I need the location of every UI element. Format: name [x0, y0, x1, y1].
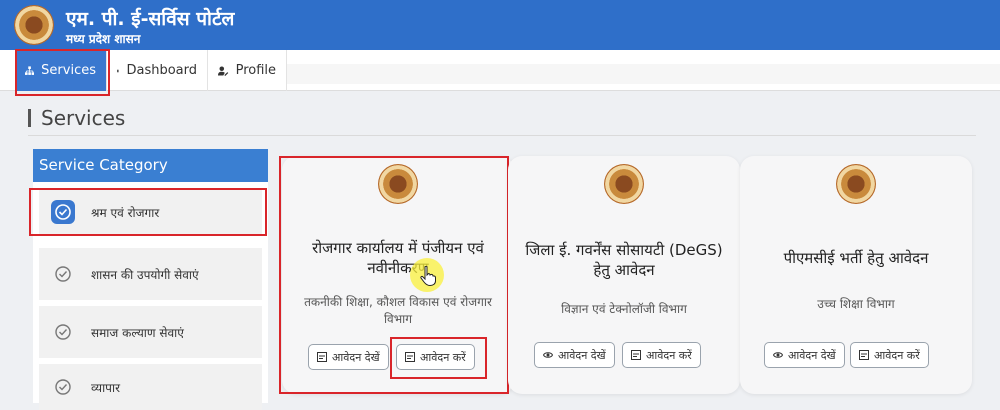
category-label: व्यापार: [91, 380, 121, 395]
view-application-button[interactable]: आवेदन देखें: [308, 344, 389, 370]
check-circle-icon: [51, 262, 75, 286]
category-item-business[interactable]: व्यापार: [39, 364, 262, 410]
title-bar-mark: [28, 109, 31, 127]
check-circle-icon: [51, 200, 75, 224]
sitemap-icon: [25, 65, 35, 75]
service-card-department: विज्ञान एवं टेक्नोलॉजी विभाग: [561, 302, 687, 316]
top-navbar: Services Dashboard Profile: [0, 50, 1000, 91]
portal-header: एम. पी. ई-सर्विस पोर्टल मध्य प्रदेश शासन: [0, 0, 1000, 50]
eye-icon: [773, 352, 783, 358]
service-card-degs: जिला ई. गवर्नेंस सोसायटी (DeGS) हेतु आवे…: [508, 156, 740, 394]
sidebar-heading: Service Category: [33, 149, 268, 182]
view-application-label: आवेदन देखें: [558, 348, 606, 362]
service-category-sidebar: Service Category श्रम एवं रोजगार शासन की…: [33, 149, 268, 410]
dashboard-grid-icon: [117, 69, 120, 72]
check-circle-icon: [51, 320, 75, 344]
service-card-title: जिला ई. गवर्नेंस सोसायटी (DeGS) हेतु आवे…: [525, 241, 723, 279]
mp-emblem-logo: [14, 5, 54, 45]
service-card-title: रोजगार कार्यालय में पंजीयन एवं नवीनीकरण: [312, 239, 484, 277]
view-application-button[interactable]: आवेदन देखें: [534, 342, 615, 368]
nav-services-label: Services: [41, 63, 96, 78]
apply-label: आवेदन करें: [420, 350, 466, 364]
service-card-title: पीएमसीई भर्ती हेतु आवेदन: [783, 249, 929, 267]
mp-emblem-logo: [378, 164, 418, 204]
portal-subtitle: मध्य प्रदेश शासन: [66, 32, 141, 46]
view-application-label: आवेदन देखें: [332, 350, 380, 364]
apply-button[interactable]: आवेदन करें: [622, 342, 701, 368]
view-application-label: आवेदन देखें: [788, 348, 836, 362]
nav-dashboard-tab[interactable]: Dashboard: [107, 50, 208, 91]
apply-button[interactable]: आवेदन करें: [850, 342, 929, 368]
navbar-filler: [287, 64, 1000, 84]
service-card-department: उच्च शिक्षा विभाग: [817, 297, 895, 311]
mouse-cursor-highlight: [410, 258, 444, 292]
nav-profile-label: Profile: [235, 63, 276, 78]
service-card-employment-registration: रोजगार कार्यालय में पंजीयन एवं नवीनीकरण …: [282, 156, 514, 394]
form-icon: [859, 350, 869, 360]
service-card-department: तकनीकी शिक्षा, कौशल विकास एवं रोजगार विभ…: [304, 295, 492, 326]
nav-profile-tab[interactable]: Profile: [208, 50, 287, 91]
view-application-button[interactable]: आवेदन देखें: [764, 342, 845, 368]
form-icon: [317, 352, 327, 362]
portal-title: एम. पी. ई-सर्विस पोर्टल: [66, 8, 235, 30]
page-title-text: Services: [41, 106, 126, 130]
apply-label: आवेदन करें: [874, 348, 920, 362]
service-card-pmce-recruitment: पीएमसीई भर्ती हेतु आवेदन उच्च शिक्षा विभ…: [740, 156, 972, 394]
eye-icon: [543, 352, 553, 358]
category-item-social-welfare[interactable]: समाज कल्याण सेवाएं: [39, 306, 262, 358]
nav-services-tab[interactable]: Services: [15, 50, 107, 91]
page-title: Services: [28, 106, 125, 130]
apply-button[interactable]: आवेदन करें: [396, 344, 475, 370]
mp-emblem-logo: [836, 164, 876, 204]
category-item-govt-services[interactable]: शासन की उपयोगी सेवाएं: [39, 248, 262, 300]
check-circle-icon: [51, 375, 75, 399]
mp-emblem-logo: [604, 164, 644, 204]
form-icon: [405, 352, 415, 362]
category-item-labour-employment[interactable]: श्रम एवं रोजगार: [39, 190, 262, 234]
apply-label: आवेदन करें: [646, 348, 692, 362]
category-label: शासन की उपयोगी सेवाएं: [91, 267, 199, 282]
category-label: श्रम एवं रोजगार: [91, 205, 160, 220]
title-divider: [28, 135, 976, 136]
user-edit-icon: [218, 65, 229, 76]
hand-pointer-icon: [420, 266, 436, 286]
form-icon: [631, 350, 641, 360]
category-label: समाज कल्याण सेवाएं: [91, 325, 184, 340]
nav-dashboard-label: Dashboard: [126, 63, 197, 78]
